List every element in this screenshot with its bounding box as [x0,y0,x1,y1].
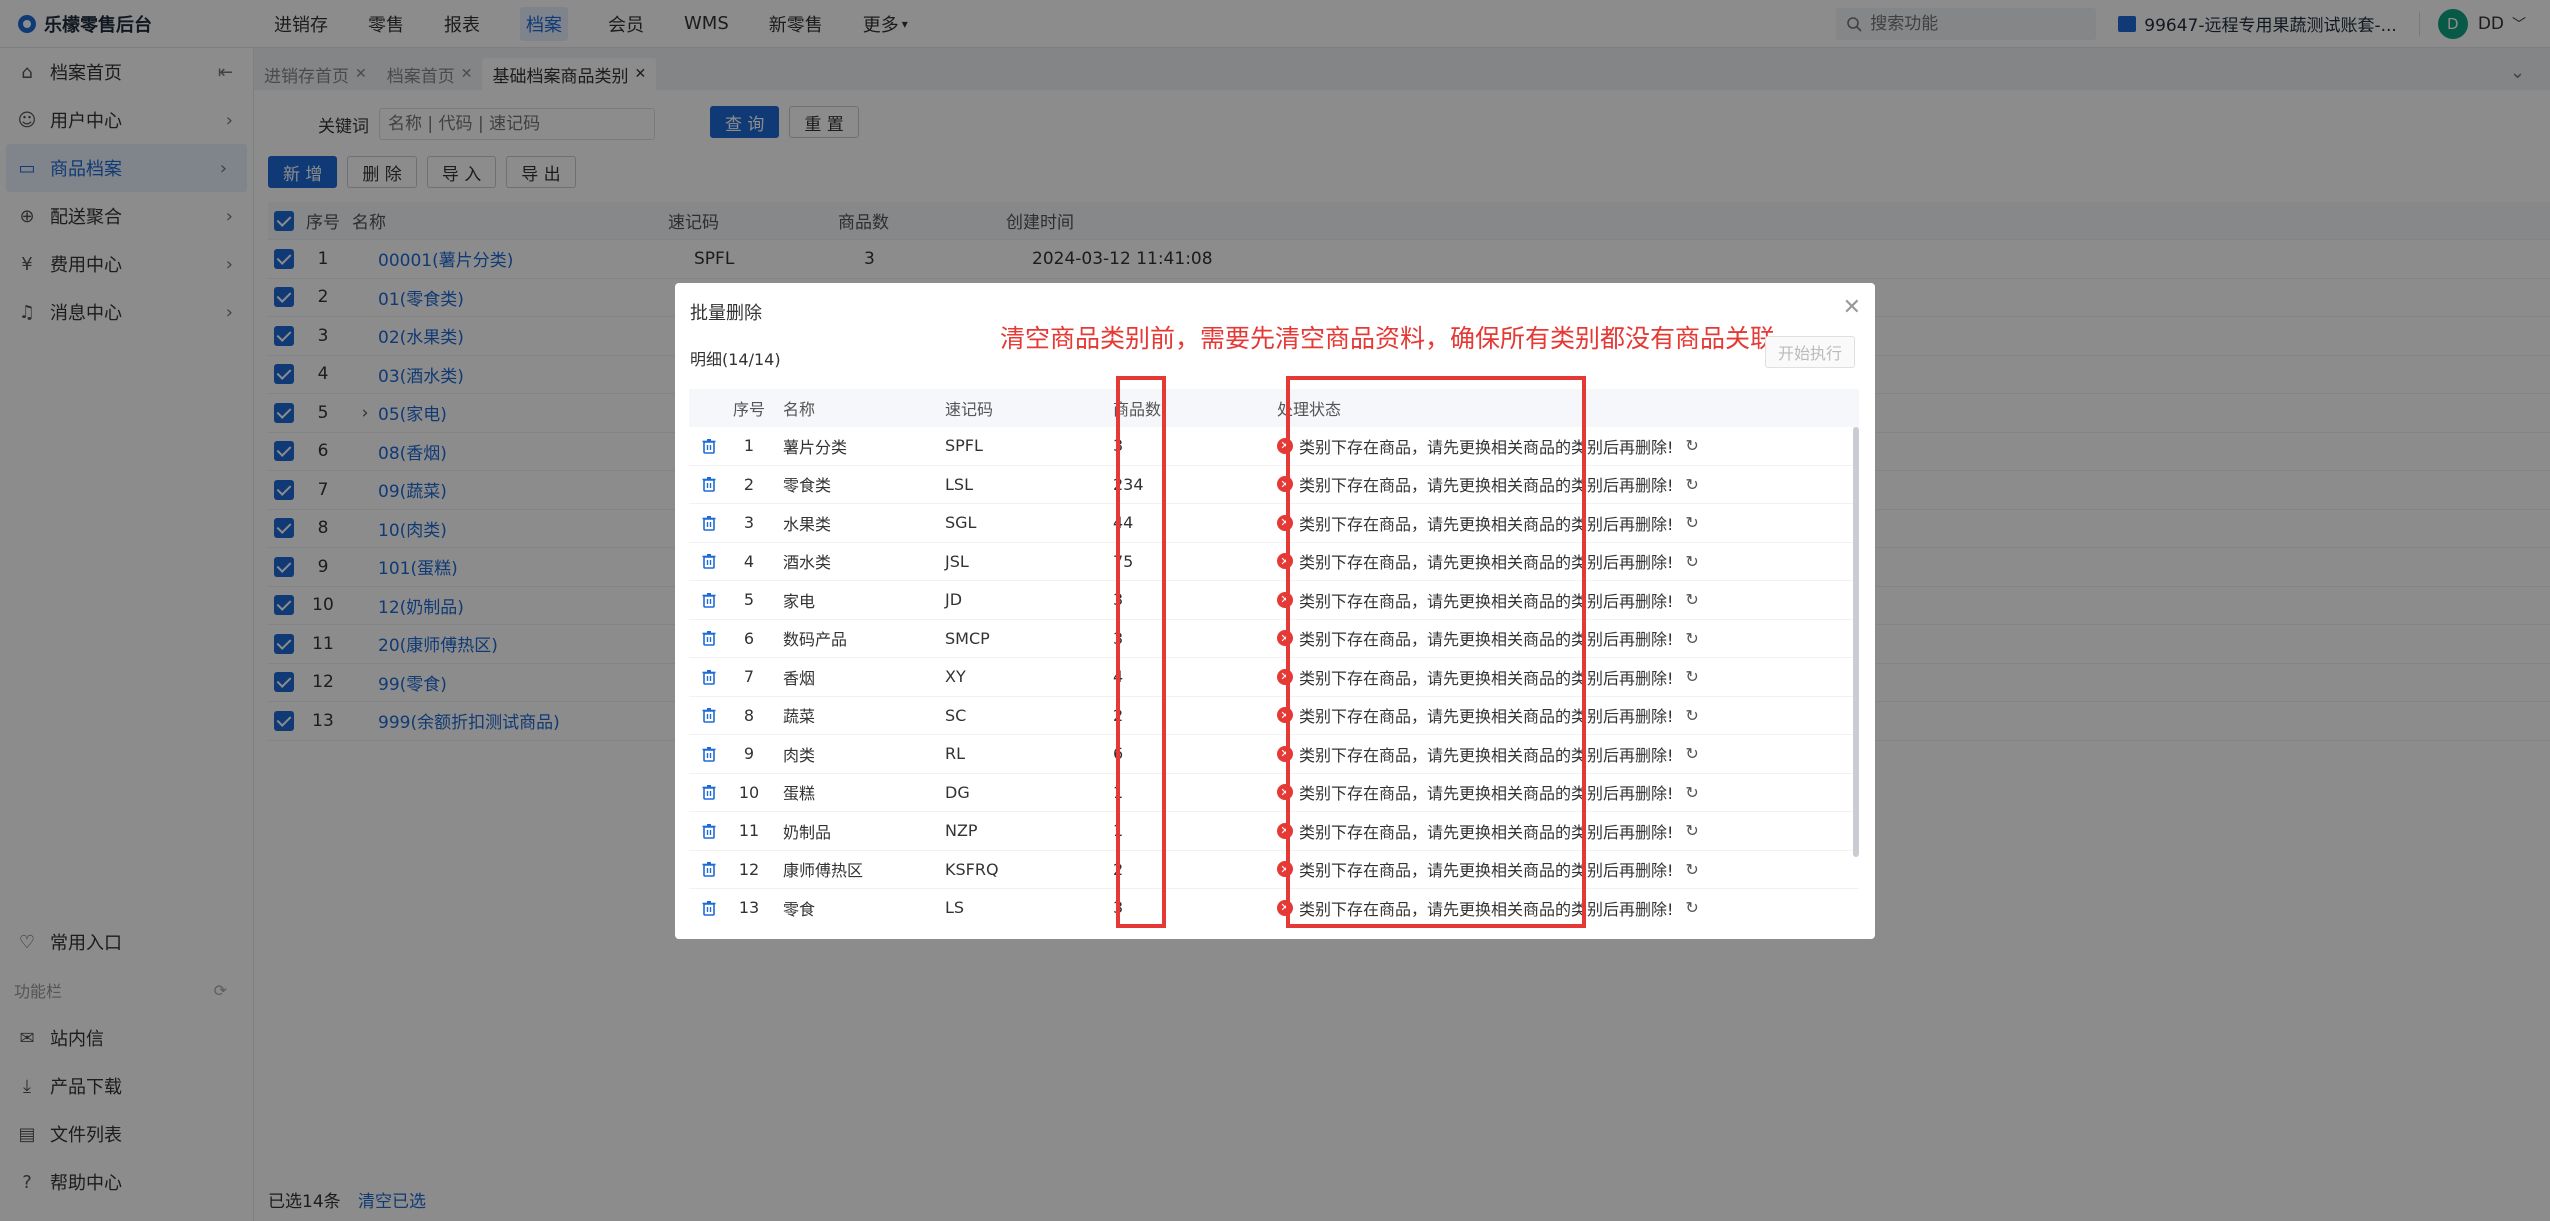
detail-name: 蔬菜 [783,707,816,727]
detail-row: 5 家电 JD 3 ✕ 类别下存在商品，请先更换相关商品的类别后再删除! ↻ [689,581,1859,620]
detail-code: SMCP [945,628,990,648]
detail-code: SPFL [945,436,983,456]
detail-row: 13 零食 LS 3 ✕ 类别下存在商品，请先更换相关商品的类别后再删除! ↻ [689,889,1859,921]
detail-seq: 12 [738,859,760,879]
trash-icon[interactable] [689,669,729,685]
detail-name: 康师傅热区 [783,861,864,881]
detail-seq: 11 [738,821,760,841]
detail-seq: 7 [743,667,755,687]
detail-name: 数码产品 [783,630,848,650]
retry-icon[interactable]: ↻ [1685,860,1698,879]
trash-icon[interactable] [689,900,729,916]
trash-icon[interactable] [689,592,729,608]
trash-icon[interactable] [689,823,729,839]
retry-icon[interactable]: ↻ [1685,475,1698,494]
detail-seq: 10 [738,782,760,802]
detail-row: 4 酒水类 JSL 75 ✕ 类别下存在商品，请先更换相关商品的类别后再删除! ↻ [689,543,1859,581]
detail-row: 12 康师傅热区 KSFRQ 2 ✕ 类别下存在商品，请先更换相关商品的类别后再删除! ↻ [689,851,1859,889]
detail-header-code: 速记码 [945,400,994,419]
detail-row: 10 蛋糕 DG 1 ✕ 类别下存在商品，请先更换相关商品的类别后再删除! ↻ [689,774,1859,812]
detail-code: LS [945,898,965,918]
detail-name: 零食类 [783,476,832,496]
detail-name: 零食 [783,899,816,919]
detail-name: 奶制品 [783,822,832,842]
detail-row: 1 薯片分类 SPFL 3 ✕ 类别下存在商品，请先更换相关商品的类别后再删除! ↻ [689,427,1859,466]
retry-icon[interactable]: ↻ [1685,744,1698,763]
retry-icon[interactable]: ↻ [1685,552,1698,571]
detail-seq: 13 [738,898,760,918]
detail-header-seq: 序号 [732,400,765,419]
detail-row: 9 肉类 RL 6 ✕ 类别下存在商品，请先更换相关商品的类别后再删除! ↻ [689,735,1859,774]
trash-icon[interactable] [689,746,729,762]
detail-table: 序号 名称 速记码 商品数 处理状态 1 薯片分类 SPFL 3 ✕ 类别下存在商品，请先… [689,389,1859,921]
detail-seq: 9 [743,744,755,764]
trash-icon[interactable] [689,515,729,531]
retry-icon[interactable]: ↻ [1685,821,1698,840]
detail-row: 7 香烟 XY 4 ✕ 类别下存在商品，请先更换相关商品的类别后再删除! ↻ [689,658,1859,697]
detail-seq: 2 [743,474,755,494]
detail-header-name: 名称 [783,400,816,419]
detail-code: DG [945,782,970,802]
batch-delete-dialog: 批量删除 ✕ 清空商品类别前，需要先清空商品资料，确保所有类别都没有商品关联 明… [675,283,1875,939]
detail-row: 6 数码产品 SMCP 3 ✕ 类别下存在商品，请先更换相关商品的类别后再删除! ↻ [689,620,1859,658]
trash-icon[interactable] [689,861,729,878]
highlight-box-status [1286,376,1586,928]
retry-icon[interactable]: ↻ [1685,783,1698,802]
detail-row: 11 奶制品 NZP 1 ✕ 类别下存在商品，请先更换相关商品的类别后再删除! ↻ [689,812,1859,851]
detail-code: JSL [945,551,969,571]
retry-icon[interactable]: ↻ [1685,590,1698,609]
dialog-subtitle: 明细(14/14) [690,350,781,369]
detail-row: 3 水果类 SGL 44 ✕ 类别下存在商品，请先更换相关商品的类别后再删除! ↻ [689,504,1859,543]
retry-icon[interactable]: ↻ [1685,436,1698,455]
detail-code: JD [945,590,963,610]
detail-code: SGL [945,513,977,533]
detail-code: KSFRQ [945,859,999,879]
trash-icon[interactable] [689,476,729,493]
detail-scrollbar[interactable] [1853,427,1859,857]
detail-code: XY [945,667,966,687]
detail-code: SC [945,705,967,725]
detail-row: 8 蔬菜 SC 2 ✕ 类别下存在商品，请先更换相关商品的类别后再删除! ↻ [689,697,1859,735]
retry-icon[interactable]: ↻ [1685,513,1698,532]
detail-name: 肉类 [783,745,816,765]
detail-seq: 4 [743,551,755,571]
detail-row: 2 零食类 LSL 234 ✕ 类别下存在商品，请先更换相关商品的类别后再删除! ↻ [689,466,1859,504]
detail-code: LSL [945,474,973,494]
detail-seq: 3 [743,513,755,533]
trash-icon[interactable] [689,707,729,724]
detail-name: 香烟 [783,668,816,688]
detail-name: 酒水类 [783,553,832,573]
trash-icon[interactable] [689,784,729,801]
detail-table-header: 序号 名称 速记码 商品数 处理状态 [689,389,1859,427]
detail-name: 家电 [783,591,816,611]
dialog-title: 批量删除 [690,303,762,324]
detail-seq: 8 [743,705,755,725]
detail-seq: 5 [743,590,755,610]
retry-icon[interactable]: ↻ [1685,629,1698,648]
detail-name: 水果类 [783,514,832,534]
detail-name: 薯片分类 [783,437,848,457]
detail-code: NZP [945,821,978,841]
retry-icon[interactable]: ↻ [1685,667,1698,686]
detail-seq: 1 [743,436,755,456]
retry-icon[interactable]: ↻ [1685,898,1698,917]
detail-code: RL [945,744,966,764]
trash-icon[interactable] [689,438,729,454]
close-icon[interactable]: ✕ [1843,295,1861,320]
detail-name: 蛋糕 [783,784,816,804]
retry-icon[interactable]: ↻ [1685,706,1698,725]
detail-seq: 6 [743,628,755,648]
trash-icon[interactable] [689,630,729,647]
annotation-note: 清空商品类别前，需要先清空商品资料，确保所有类别都没有商品关联 [1000,324,1776,353]
trash-icon[interactable] [689,553,729,570]
highlight-box-count [1116,376,1166,928]
start-execute-button[interactable]: 开始执行 [1765,336,1856,368]
